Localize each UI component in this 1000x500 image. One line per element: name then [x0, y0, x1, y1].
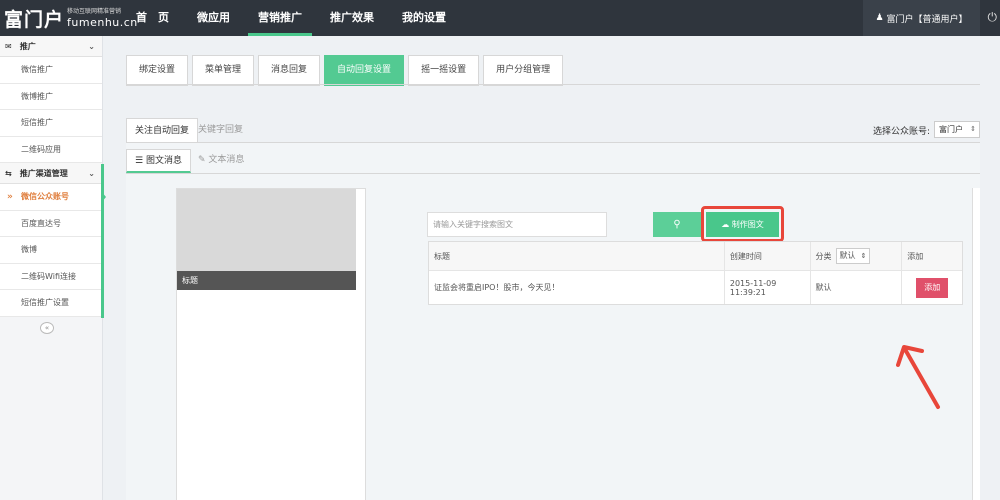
annotation-arrow [896, 345, 940, 409]
table-row: 证监会将重启IPO！股市，今天见！ 2015-11-09 11:39:21 默认… [429, 271, 962, 304]
tab-text-message[interactable]: ✎ 文本消息 [190, 149, 252, 173]
settings-tabs: 绑定设置 菜单管理 消息回复 自动回复设置 摇一摇设置 用户分组管理 [126, 55, 567, 86]
sidebar-group-title: 推广 [19, 42, 36, 51]
nav-item-settings[interactable]: 我的设置 [388, 0, 460, 36]
search-button[interactable]: ⚲ [653, 212, 701, 237]
double-chevron-right-icon: » [7, 192, 13, 202]
add-button[interactable]: 添加 [916, 277, 949, 298]
sidebar-item-wechat-account[interactable]: » 微信公众账号 [0, 184, 106, 211]
row-category: 默认 [811, 271, 903, 304]
sidebar: ✉ 推广 ⌄ 微信推广 微博推广 短信推广 二维码应用 ⇆ 推广渠道管理 ⌄ »… [0, 36, 106, 500]
nav-item-effect[interactable]: 推广效果 [316, 0, 388, 36]
tab-shake[interactable]: 摇一摇设置 [408, 55, 480, 86]
column-time: 创建时间 [724, 242, 811, 270]
sidebar-group-promotion[interactable]: ✉ 推广 ⌄ [0, 36, 102, 57]
search-input[interactable]: 请输入关键字搜索图文 [427, 212, 607, 237]
sidebar-item-weibo-promo[interactable]: 微博推广 [0, 83, 102, 110]
tab-binding[interactable]: 绑定设置 [126, 55, 189, 86]
content-area: ☰ 图文消息 ✎ 文本消息 标题 请输入关键字搜索图文 ⚲ ☁ 制作图文 标题 … [126, 142, 980, 500]
select-arrows-icon: ⇕ [970, 125, 976, 133]
nav-item-micro-apps[interactable]: 微应用 [183, 0, 244, 36]
row-action: 添加 [902, 271, 962, 304]
collapse-sidebar-icon[interactable]: « [40, 322, 54, 334]
column-title: 标题 [429, 242, 725, 270]
search-icon: ⚲ [673, 219, 681, 230]
tab-auto-reply[interactable]: 自动回复设置 [324, 55, 405, 86]
chevron-down-icon: ⌄ [88, 169, 95, 178]
row-title: 证监会将重启IPO！股市，今天见！ [429, 271, 725, 304]
select-arrows-icon: ⇕ [860, 252, 867, 260]
auto-reply-panel: 关注自动回复 关键字回复 选择公众账号: 富门户 ⇕ ☰ 图文消息 ✎ 文本消息… [126, 118, 980, 500]
exchange-icon: ⇆ [5, 169, 12, 178]
sidebar-item-baidu[interactable]: 百度直达号 [0, 210, 102, 237]
sidebar-item-sms-settings[interactable]: 短信推广设置 [0, 290, 102, 317]
sidebar-accent-bar [101, 164, 104, 318]
row-time: 2015-11-09 11:39:21 [725, 271, 811, 304]
divider [126, 173, 980, 174]
tab-news-message[interactable]: ☰ 图文消息 [126, 149, 191, 173]
sidebar-group-channel[interactable]: ⇆ 推广渠道管理 ⌄ [0, 163, 102, 184]
column-add: 添加 [902, 242, 962, 270]
table-header: 标题 创建时间 分类 默认 ⇕ 添加 [429, 242, 962, 271]
sidebar-item-weibo[interactable]: 微博 [0, 237, 102, 264]
sidebar-item-wechat-promo[interactable]: 微信推广 [0, 57, 102, 84]
chevron-down-icon: ⌄ [88, 42, 95, 51]
nav-item-home[interactable]: 首 页 [122, 0, 183, 36]
news-preview: 标题 [176, 188, 366, 500]
highlight-box [701, 206, 784, 242]
power-icon[interactable]: ⏻ [988, 10, 998, 25]
user-label: 富门户【普通用户】 [886, 14, 968, 25]
news-table: 标题 创建时间 分类 默认 ⇕ 添加 证监会将重启IPO！股市，今天见！ 201… [428, 241, 963, 305]
barcode-icon: ☰ [135, 156, 144, 166]
user-menu[interactable]: ♟ 富门户【普通用户】 [863, 0, 980, 36]
main-nav: 首 页 微应用 营销推广 推广效果 我的设置 [122, 0, 460, 36]
sidebar-item-label: 微信公众账号 [21, 192, 69, 201]
brand-logo[interactable]: 富门户 移动互联网精准营销 fumenhu.cn [4, 3, 138, 33]
divider [126, 84, 980, 85]
sidebar-item-qr-wifi[interactable]: 二维码Wifi连接 [0, 263, 102, 290]
brand-name: 富门户 [4, 8, 65, 31]
sidebar-group-title: 推广渠道管理 [19, 169, 68, 178]
top-bar: 富门户 移动互联网精准营销 fumenhu.cn 首 页 微应用 营销推广 推广… [0, 0, 1000, 36]
sidebar-item-qr-app[interactable]: 二维码应用 [0, 136, 102, 163]
tab-follow-reply[interactable]: 关注自动回复 [126, 118, 199, 142]
column-category: 分类 默认 ⇕ [810, 242, 903, 270]
account-select[interactable]: 富门户 ⇕ [934, 121, 980, 138]
preview-image [177, 189, 356, 271]
tab-message-reply[interactable]: 消息回复 [258, 55, 321, 86]
tab-menu[interactable]: 菜单管理 [192, 55, 255, 86]
pencil-icon: ✎ [198, 155, 206, 165]
preview-caption: 标题 [177, 271, 356, 290]
user-icon: ♟ [875, 13, 884, 23]
scrollbar[interactable] [972, 188, 980, 500]
tab-keyword-reply[interactable]: 关键字回复 [190, 118, 251, 142]
category-filter-select[interactable]: 默认 ⇕ [835, 248, 870, 264]
chat-bubble-icon: ✉ [5, 42, 12, 51]
tab-user-groups[interactable]: 用户分组管理 [483, 55, 564, 86]
sidebar-item-sms-promo[interactable]: 短信推广 [0, 110, 102, 137]
account-label: 选择公众账号: [872, 127, 930, 137]
nav-item-marketing[interactable]: 营销推广 [244, 0, 316, 36]
